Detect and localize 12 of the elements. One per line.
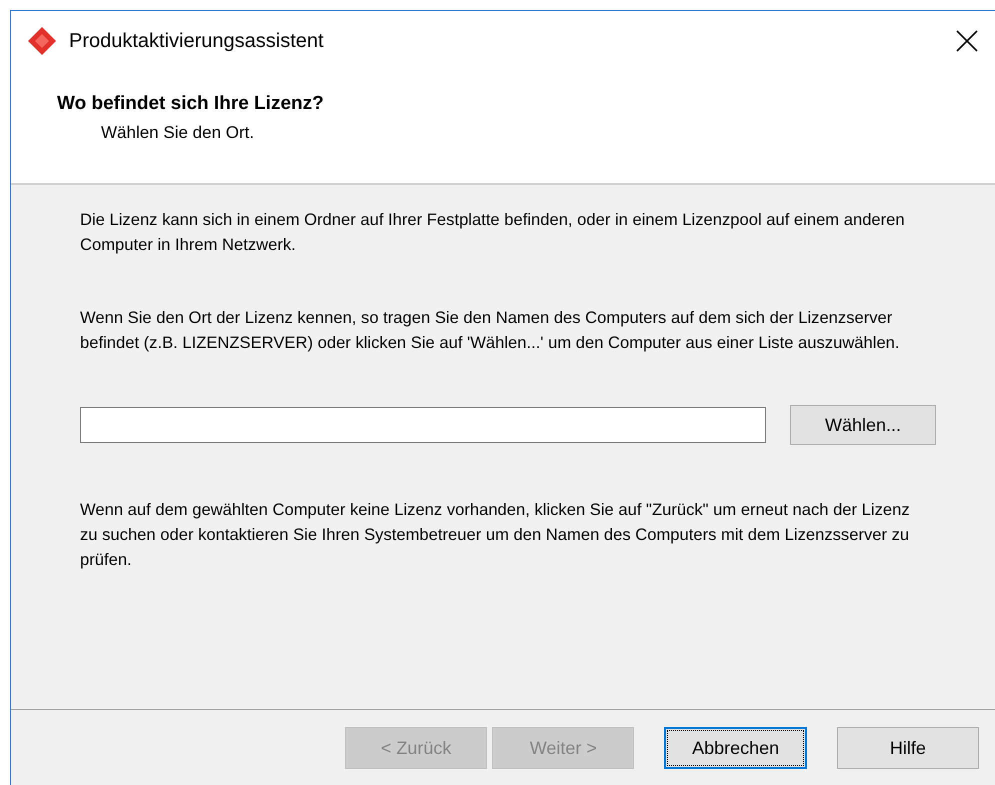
browse-button[interactable]: Wählen... [790,405,936,445]
page-subtitle: Wählen Sie den Ort. [101,123,256,143]
page-heading: Wo befindet sich Ihre Lizenz? [57,93,325,115]
diamond-icon [27,26,57,56]
dialog-button[interactable]: Abbrechen [664,727,807,769]
computer-name-field[interactable] [80,407,766,443]
instruction-text: Wenn Sie den Ort der Lizenz kennen, so tragen Sie den Namen des Computers auf dem sich der Lizenzserver befindet (z.B. LIZENZSERVER) oder klicken Sie auf 'Wählen...' um den Computer aus einer Liste auszuwählen. [80,307,901,354]
intro-text: Die Lizenz kann sich in einem Ordner auf Ihrer Festplatte befinden, oder in einem Lizenzpool auf einem anderen Computer in Ihrem Netzwerk. [80,209,906,256]
window-title: Produktaktivierungsassistent [69,30,325,52]
close-icon[interactable] [956,30,978,52]
dialog-button[interactable]: Hilfe [836,727,979,769]
hint-text: Wenn auf dem gewählten Computer keine Lizenz vorhanden, klicken Sie auf "Zurück" um erneut nach der Lizenz zu suchen oder kontaktieren Sie Ihren Systembetreuer um den Namen des Computers mit dem Lizenzsserver zu prüfen. [80,499,911,571]
